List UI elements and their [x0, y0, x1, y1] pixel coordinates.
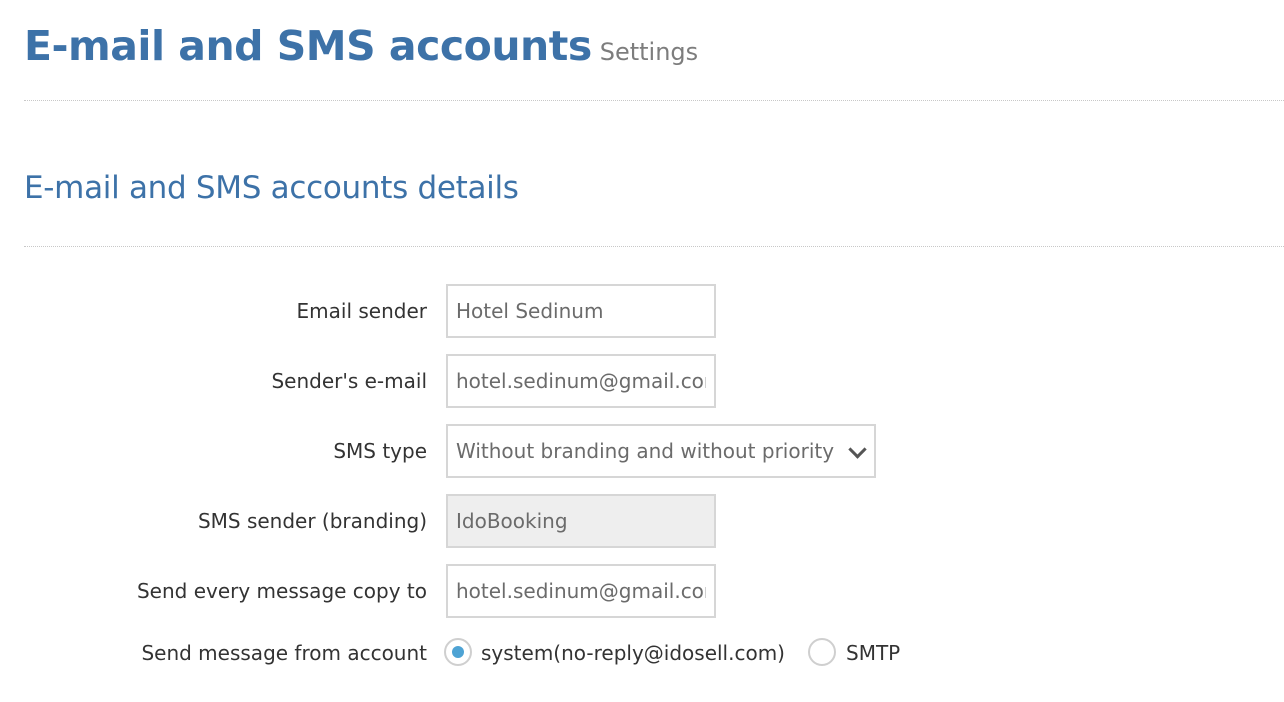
sms-sender-row: SMS sender (branding)	[0, 494, 1284, 548]
sms-sender-input	[446, 494, 716, 548]
sms-sender-label: SMS sender (branding)	[197, 509, 427, 533]
sender-email-input[interactable]	[446, 354, 716, 408]
sms-type-row: SMS type Without branding and without pr…	[0, 424, 1284, 478]
page-title: E-mail and SMS accounts	[24, 22, 592, 70]
section-header: E-mail and SMS accounts details	[24, 170, 1284, 247]
send-from-label: Send message from account	[141, 641, 427, 665]
radio-smtp-label[interactable]: SMTP	[846, 633, 900, 673]
email-sender-input[interactable]	[446, 284, 716, 338]
page-subtitle: Settings	[599, 38, 699, 66]
sms-type-value: Without branding and without priority	[456, 439, 835, 463]
radio-system[interactable]	[444, 638, 472, 666]
sender-email-label: Sender's e-mail	[271, 369, 427, 393]
send-from-row: Send message from account system(no-repl…	[0, 633, 1284, 673]
radio-smtp[interactable]	[808, 638, 836, 666]
sms-type-label: SMS type	[333, 439, 427, 463]
page-header: E-mail and SMS accounts Settings	[24, 22, 1284, 101]
email-sender-row: Email sender	[0, 284, 1284, 338]
copy-to-row: Send every message copy to	[0, 564, 1284, 618]
radio-system-label[interactable]: system(no-reply@idosell.com)	[481, 633, 785, 673]
copy-to-input[interactable]	[446, 564, 716, 618]
sender-email-row: Sender's e-mail	[0, 354, 1284, 408]
email-sender-label: Email sender	[296, 299, 427, 323]
chevron-down-icon	[848, 440, 867, 459]
section-title: E-mail and SMS accounts details	[24, 170, 519, 206]
copy-to-label: Send every message copy to	[136, 579, 427, 603]
sms-type-select[interactable]: Without branding and without priority	[446, 424, 876, 478]
